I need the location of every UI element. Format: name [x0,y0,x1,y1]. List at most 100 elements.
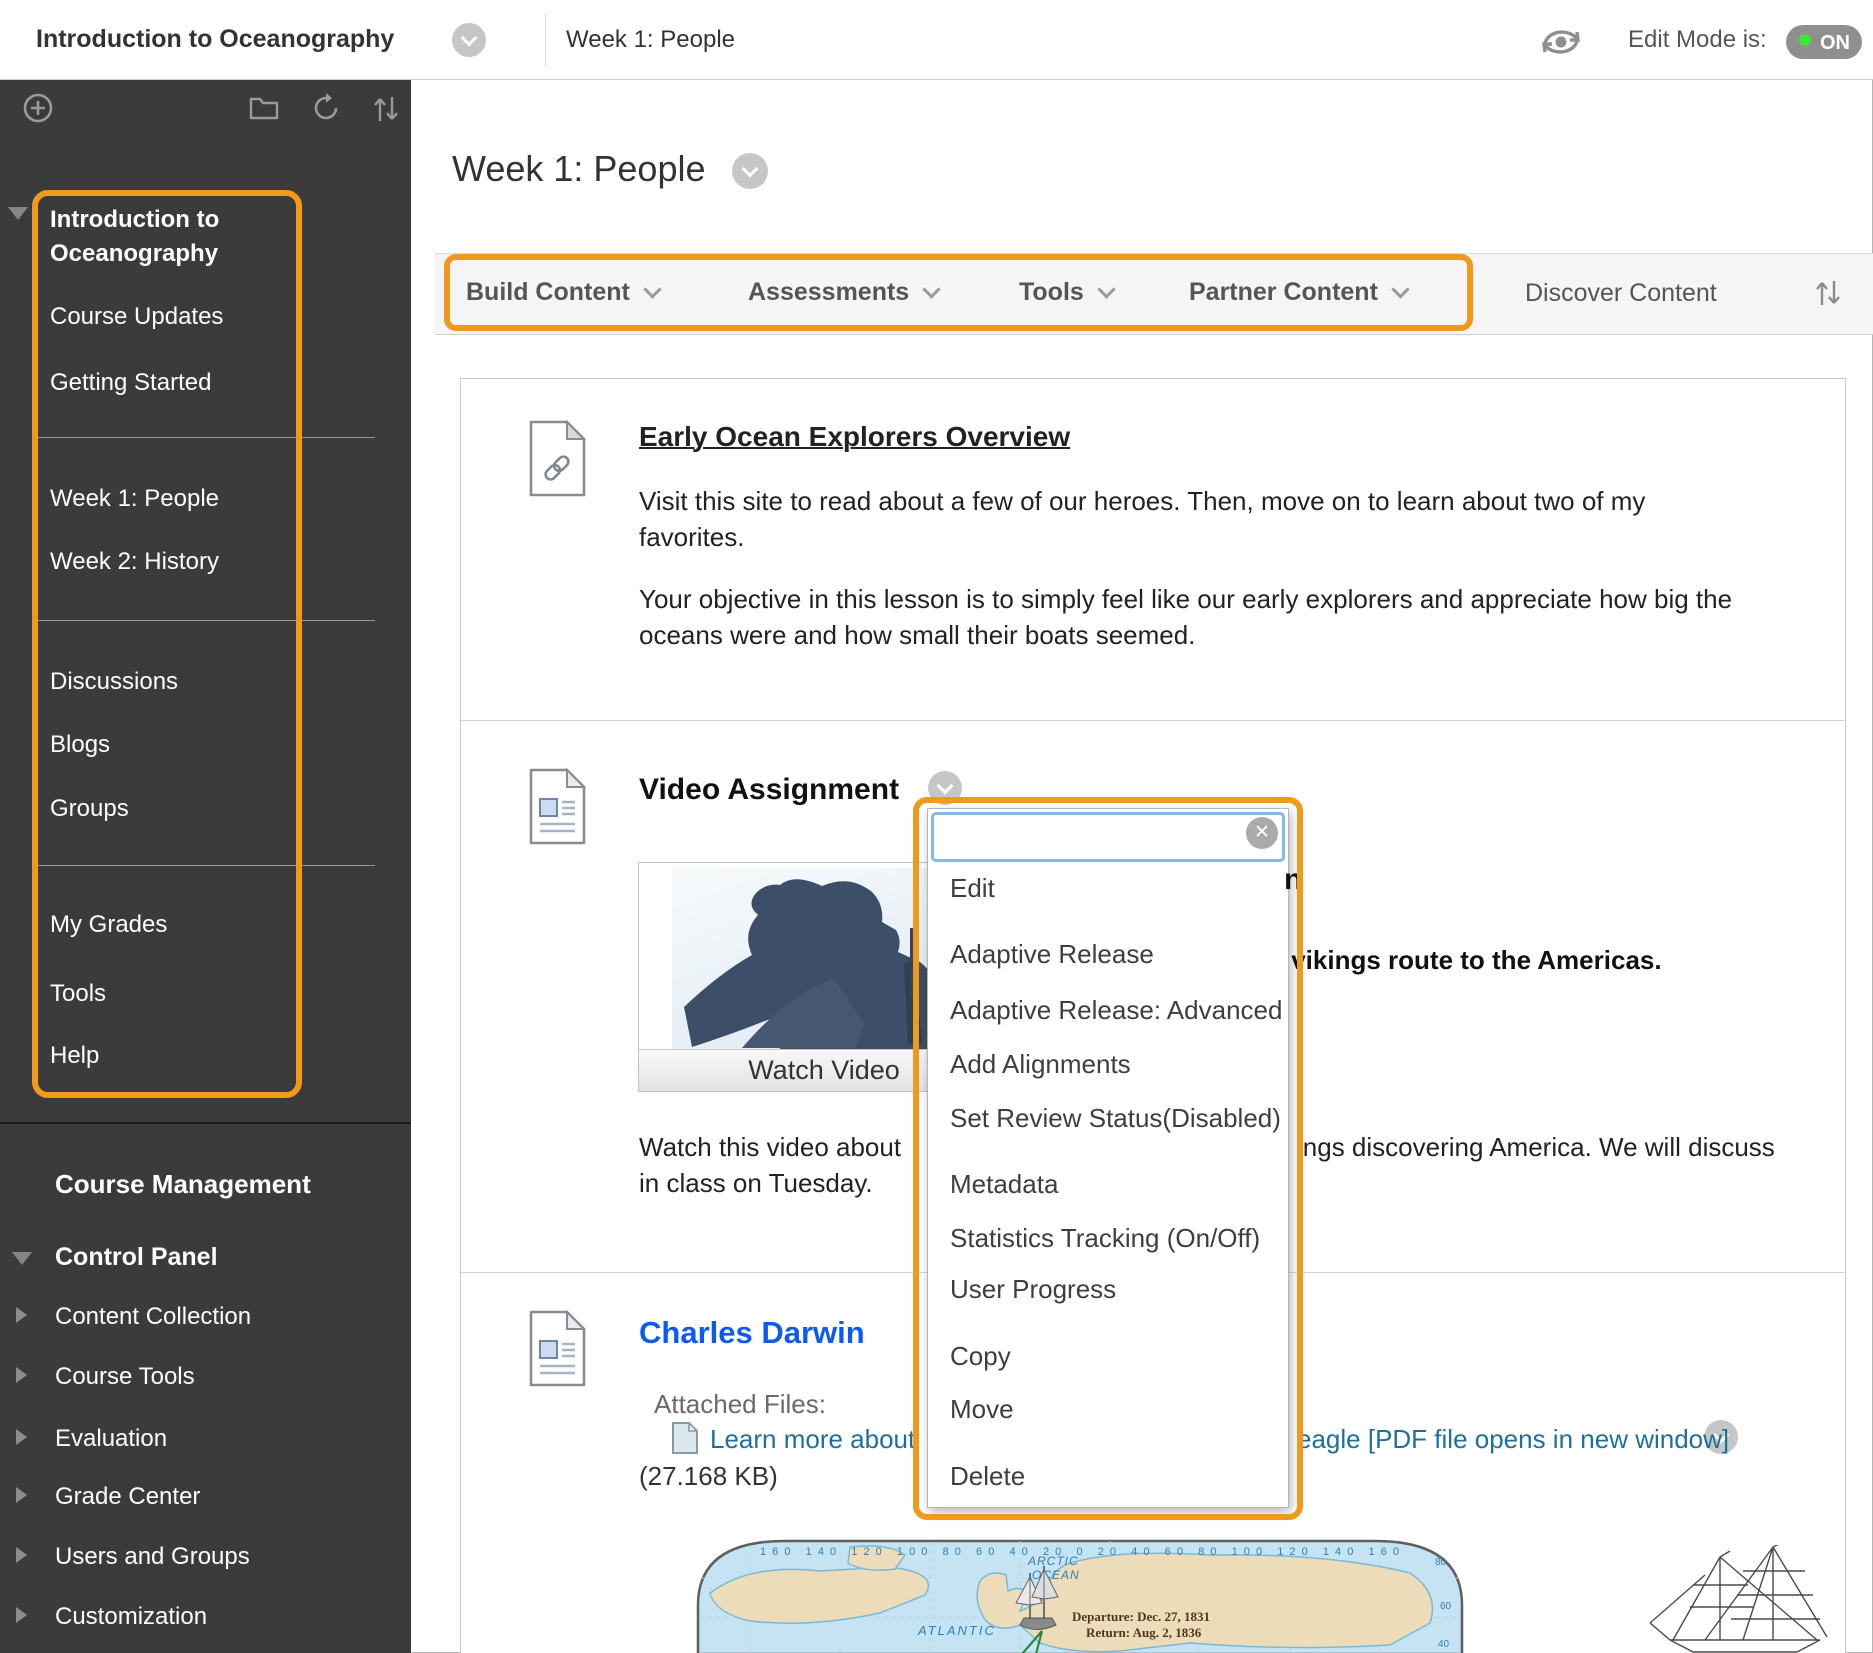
item2-paragraph-right-fragment: ings discovering America. We will discus… [1297,1132,1775,1162]
map-atlantic-label: ATLANTIC [917,1623,996,1638]
course-management-title: Course Management [55,1169,311,1199]
sidebar-item-grade-center[interactable]: Grade Center [55,1485,200,1509]
occluded-bold-text-fragment: the vikings route to the Americas. [1245,945,1662,975]
course-menu-expand-icon[interactable] [8,207,28,220]
sidebar-item-course-tools[interactable]: Course Tools [55,1365,195,1389]
top-bar: Introduction to Oceanography Week 1: Peo… [0,0,1873,80]
item2-menu-chevron-icon[interactable] [928,771,962,805]
sidebar-item-blogs[interactable]: Blogs [50,733,110,757]
edit-mode-on-indicator [1799,34,1811,46]
sidebar-item-groups[interactable]: Groups [50,797,129,821]
sidebar-item-evaluation[interactable]: Evaluation [55,1427,167,1451]
reorder-up-down-icon[interactable] [372,93,400,123]
tools-button[interactable]: Tools [1019,278,1116,306]
folder-view-icon[interactable] [248,94,280,122]
sidebar: Introduction to Oceanography Course Upda… [0,80,411,1653]
page-heading-menu-chevron-icon[interactable] [732,153,768,189]
course-title: Introduction to Oceanography [36,25,395,53]
file-size: (27.168 KB) [639,1461,778,1491]
map-lat-label: 60 [1440,1601,1452,1612]
assessments-label: Assessments [748,278,910,306]
breadcrumb-page-title: Week 1: People [566,26,735,53]
sidebar-divider [33,437,375,438]
item1-paragraph-line: Your objective in this lesson is to simp… [639,584,1733,614]
item1-title-link[interactable]: Early Ocean Explorers Overview [639,423,1070,451]
sidebar-item-week2[interactable]: Week 2: History [50,550,219,574]
discover-content-button[interactable]: Discover Content [1525,281,1717,306]
refresh-icon[interactable] [310,92,342,124]
page-heading: Week 1: People [452,148,706,189]
menu-item-edit[interactable]: Edit [950,873,995,904]
partner-content-button[interactable]: Partner Content [1189,278,1410,306]
menu-item-add-alignments[interactable]: Add Alignments [950,1049,1131,1080]
partner-content-label: Partner Content [1189,278,1378,306]
attached-file-link-left[interactable]: Learn more about [710,1426,915,1452]
watch-video-label: Watch Video [748,1055,900,1085]
item-divider [461,720,1845,721]
expand-right-icon[interactable] [16,1367,27,1383]
sidebar-item-getting-started[interactable]: Getting Started [50,371,211,395]
item3-title-link[interactable]: Charles Darwin [639,1317,865,1348]
close-icon[interactable]: ✕ [1246,817,1278,849]
sidebar-item-control-panel[interactable]: Control Panel [55,1245,218,1270]
chevron-down-icon [1391,280,1410,299]
chevron-down-icon [643,280,662,299]
sidebar-item-content-collection[interactable]: Content Collection [55,1305,251,1329]
content-item-icon [529,1310,586,1387]
menu-item-user-progress[interactable]: User Progress [950,1274,1116,1305]
assessments-button[interactable]: Assessments [748,278,941,306]
map-arctic-label-1: ARCTIC [1027,1554,1079,1568]
attached-file-link-right[interactable]: eagle [PDF file opens in new window] [1297,1426,1729,1452]
edit-mode-label: Edit Mode is: [1628,26,1767,53]
sidebar-item-week1[interactable]: Week 1: People [50,487,219,511]
add-menu-item-icon[interactable] [22,92,54,124]
student-preview-icon[interactable] [1536,20,1586,62]
menu-item-adaptive-release[interactable]: Adaptive Release [950,939,1154,970]
expand-right-icon[interactable] [16,1307,27,1323]
sidebar-item-users-and-groups[interactable]: Users and Groups [55,1545,250,1569]
blackboard-course-page: Introduction to Oceanography Week 1: Peo… [0,0,1873,1653]
edit-mode-value: ON [1820,32,1850,54]
expand-right-icon[interactable] [16,1547,27,1563]
content-item-icon [529,768,586,845]
build-content-button[interactable]: Build Content [466,280,662,305]
sidebar-item-course-entry[interactable]: Introduction to Oceanography [50,203,295,271]
beagle-voyage-map: 160 140 120 100 80 60 40 20 0 20 40 60 8… [690,1533,1470,1653]
occluded-heading-fragment: n [1284,863,1303,896]
chevron-down-icon [922,280,941,299]
item2-title: Video Assignment [639,773,900,806]
tools-label: Tools [1019,278,1084,306]
sidebar-item-help[interactable]: Help [50,1044,99,1068]
control-panel-expand-icon[interactable] [12,1252,32,1265]
item2-paragraph-left: Watch this video about [639,1132,902,1162]
menu-item-copy[interactable]: Copy [950,1341,1011,1372]
map-lat-label: 80 [1435,1557,1447,1568]
sidebar-item-course-updates[interactable]: Course Updates [50,305,223,329]
sidebar-item-my-grades[interactable]: My Grades [50,913,167,937]
topbar-divider [545,14,546,66]
expand-right-icon[interactable] [16,1607,27,1623]
expand-right-icon[interactable] [16,1487,27,1503]
map-return-label: Return: Aug. 2, 1836 [1086,1625,1202,1640]
menu-item-statistics-tracking[interactable]: Statistics Tracking (On/Off) [950,1223,1260,1254]
item1-paragraph-line: favorites. [639,522,745,552]
edit-mode-toggle[interactable]: ON [1786,25,1862,59]
chevron-down-icon [1097,280,1116,299]
url-item-icon [529,420,586,497]
sidebar-item-tools[interactable]: Tools [50,982,106,1006]
sort-items-icon[interactable] [1814,277,1842,307]
menu-item-adaptive-release-advanced[interactable]: Adaptive Release: Advanced [950,995,1282,1026]
sidebar-item-customization[interactable]: Customization [55,1605,207,1629]
course-title-menu-chevron-icon[interactable] [452,23,486,57]
sidebar-item-discussions[interactable]: Discussions [50,670,178,694]
menu-item-move[interactable]: Move [950,1394,1014,1425]
course-management-divider [0,1122,411,1124]
menu-item-delete[interactable]: Delete [950,1461,1025,1492]
map-longitude-labels: 160 140 120 100 80 60 40 20 0 20 40 60 8… [760,1546,1400,1558]
menu-item-metadata[interactable]: Metadata [950,1169,1058,1200]
expand-right-icon[interactable] [16,1429,27,1445]
context-menu-header [931,812,1285,862]
item2-paragraph-line2: in class on Tuesday. [639,1168,873,1198]
menu-item-set-review-status[interactable]: Set Review Status(Disabled) [950,1103,1281,1134]
map-lat-label: 40 [1438,1639,1450,1650]
